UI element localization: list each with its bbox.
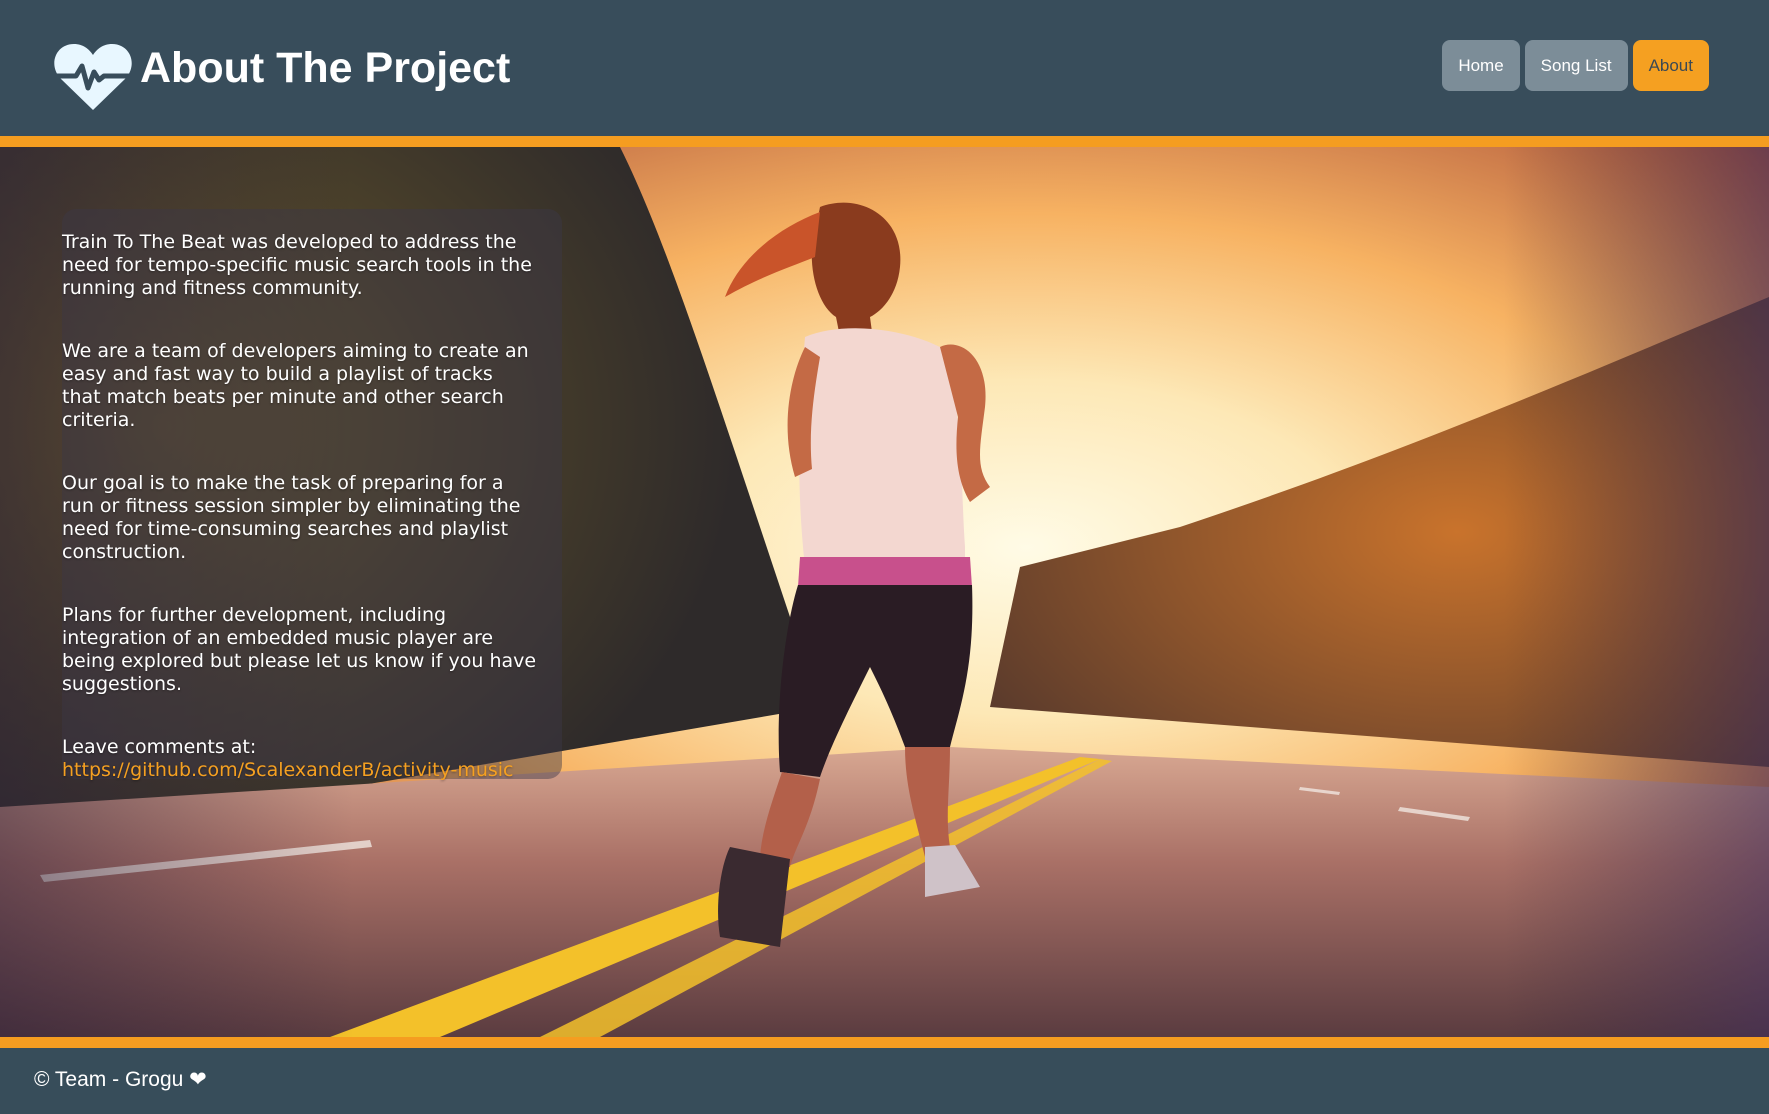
site-header: About The Project Home Song List About <box>0 0 1769 136</box>
nav-song-list-button[interactable]: Song List <box>1524 40 1628 91</box>
about-content: Train To The Beat was developed to addre… <box>62 231 537 822</box>
about-paragraph: We are a team of developers aiming to cr… <box>62 340 529 431</box>
nav-about-button[interactable]: About <box>1632 40 1709 91</box>
site-footer <box>0 1048 1769 1114</box>
about-paragraph: Our goal is to make the task of preparin… <box>62 472 521 563</box>
heartbeat-icon <box>54 44 132 110</box>
page-title: About The Project <box>140 44 511 92</box>
about-paragraph: Train To The Beat was developed to addre… <box>62 231 532 299</box>
github-link[interactable]: https://github.com/ScalexanderB/activity… <box>62 759 514 781</box>
comments-section: Leave comments at: https://github.com/Sc… <box>62 736 537 782</box>
about-paragraph: Plans for further development, including… <box>62 604 537 695</box>
footer-divider <box>0 1037 1769 1048</box>
copyright-text: © Team - Grogu ❤ <box>34 1068 207 1091</box>
comments-label: Leave comments at: <box>62 736 257 758</box>
header-divider <box>0 136 1769 147</box>
nav-home-button[interactable]: Home <box>1442 40 1520 91</box>
main-nav: Home Song List About <box>1442 40 1709 91</box>
